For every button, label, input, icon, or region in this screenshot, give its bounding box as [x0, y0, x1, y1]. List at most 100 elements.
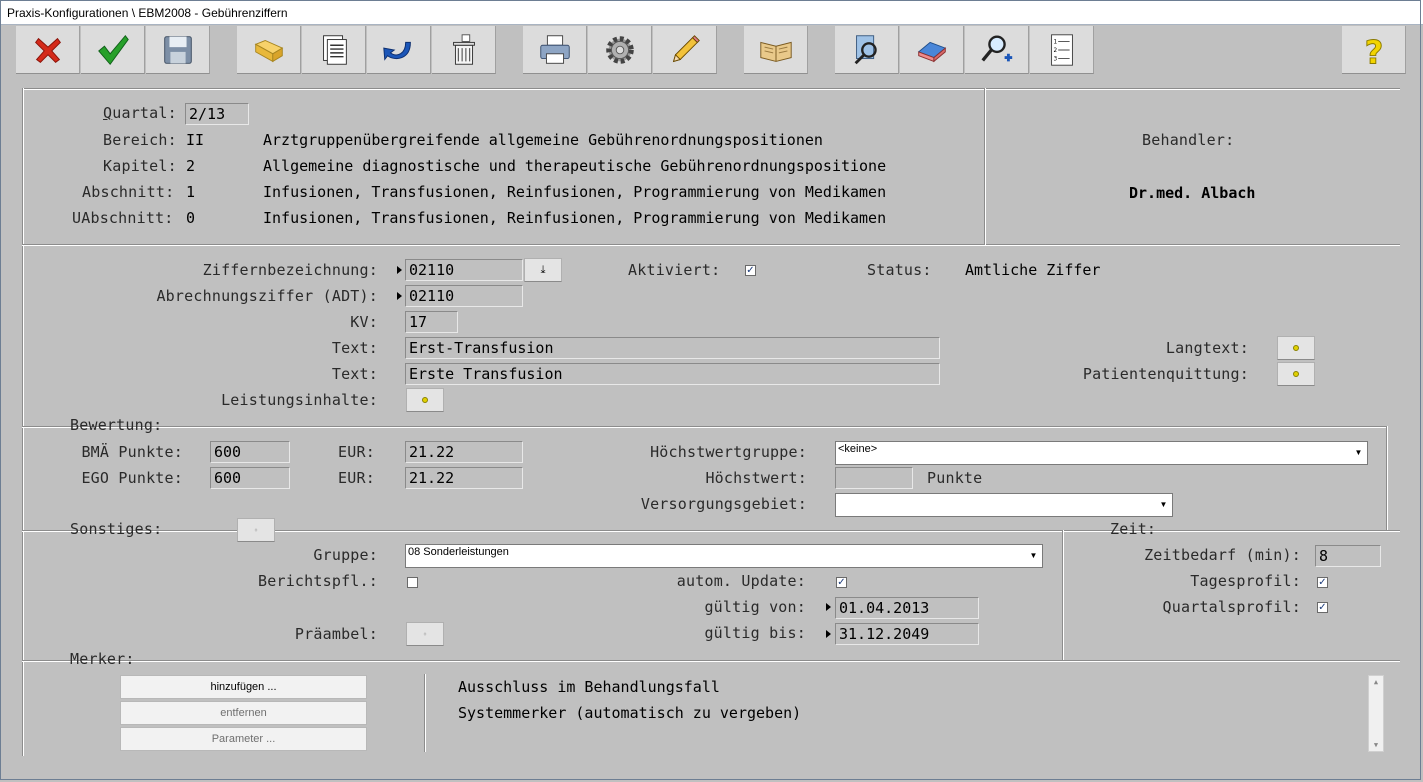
- quartal-label-text: uartal:: [112, 104, 177, 122]
- quartal-field[interactable]: 2/13: [185, 103, 249, 125]
- chevron-down-icon[interactable]: ▼: [1025, 545, 1042, 567]
- divider: [1062, 530, 1064, 660]
- merker-section-label: Merker:: [70, 650, 135, 668]
- chevron-down-icon[interactable]: ▼: [1155, 494, 1172, 516]
- abschnitt-code: 1: [186, 183, 196, 201]
- dot-icon: [1293, 371, 1299, 377]
- quartalsprofil-checkbox[interactable]: ✓: [1317, 602, 1328, 613]
- hoechstwertgruppe-select[interactable]: <keine> ▼: [835, 441, 1368, 465]
- hoechstwertgruppe-value: <keine>: [838, 443, 878, 455]
- ziffernbezeichnung-label: Ziffernbezeichnung:: [202, 261, 378, 279]
- save-button[interactable]: [146, 26, 210, 74]
- merker-list-item[interactable]: Ausschluss im Behandlungsfall: [458, 678, 720, 696]
- eur1-field[interactable]: 21.22: [405, 441, 523, 463]
- versorgungsgebiet-select[interactable]: ▼: [835, 493, 1173, 517]
- patientenquittung-label: Patientenquittung:: [1082, 365, 1249, 383]
- status-value: Amtliche Ziffer: [965, 261, 1101, 279]
- sonstiges-section-label: Sonstiges:: [70, 520, 163, 538]
- gueltig-von-label: gültig von:: [704, 598, 806, 616]
- delete-button[interactable]: [432, 26, 496, 74]
- svg-text:1: 1: [1053, 39, 1057, 45]
- list-button[interactable]: 1 2 3: [1030, 26, 1094, 74]
- zeitbedarf-field[interactable]: 8: [1315, 545, 1381, 567]
- merker-add-button[interactable]: hinzufügen ...: [120, 675, 367, 699]
- merker-remove-button[interactable]: entfernen: [120, 701, 367, 725]
- langtext-button[interactable]: [1277, 336, 1315, 360]
- behandler-label: Behandler:: [1142, 131, 1235, 149]
- ziffer-lookup-button[interactable]: ⤓: [524, 258, 562, 282]
- scroll-up-icon[interactable]: ▲: [1369, 676, 1383, 688]
- eur1-label: EUR:: [338, 443, 375, 461]
- hoechstwert-field[interactable]: [835, 467, 913, 489]
- adt-label: Abrechnungsziffer (ADT):: [156, 287, 378, 305]
- divider: [22, 88, 24, 756]
- help-button[interactable]: ?: [1342, 26, 1406, 74]
- dot-icon: [1293, 345, 1299, 351]
- numbered-list-icon: 1 2 3: [1050, 33, 1073, 66]
- cancel-button[interactable]: [16, 26, 80, 74]
- ego-label: EGO Punkte:: [81, 469, 183, 487]
- berichtspflicht-label: Berichtspfl.:: [258, 572, 378, 590]
- window-title: Praxis-Konfigurationen \ EBM2008 - Gebüh…: [7, 6, 288, 20]
- gueltig-von-field[interactable]: 01.04.2013: [835, 597, 979, 619]
- leistungsinhalte-button[interactable]: [406, 388, 444, 412]
- settings-button[interactable]: [588, 26, 652, 74]
- adt-field[interactable]: 02110: [405, 285, 523, 307]
- kv-field[interactable]: 17: [405, 311, 458, 333]
- chevron-down-icon[interactable]: ▼: [1350, 442, 1367, 464]
- text2-field[interactable]: Erste Transfusion: [405, 363, 940, 385]
- green-check-icon: [97, 34, 129, 65]
- sonstiges-button[interactable]: ◦: [237, 518, 275, 542]
- divider: [22, 530, 1400, 532]
- search-button[interactable]: [835, 26, 899, 74]
- gear-icon: [605, 35, 634, 64]
- gruppe-select[interactable]: 08 Sonderleistungen ▼: [405, 544, 1043, 568]
- merker-scrollbar[interactable]: ▲ ▼: [1368, 675, 1384, 752]
- abschnitt-text: Infusionen, Transfusionen, Reinfusionen,…: [263, 183, 887, 201]
- kapitel-code: 2: [186, 157, 196, 175]
- divider: [22, 244, 1400, 246]
- undo-arrow-icon: [382, 41, 411, 61]
- folder-button[interactable]: [237, 26, 301, 74]
- aktiviert-checkbox[interactable]: ✓: [745, 265, 756, 276]
- trash-icon: [452, 33, 475, 65]
- floppy-disk-icon: [163, 35, 192, 64]
- eur2-field[interactable]: 21.22: [405, 467, 523, 489]
- patientenquittung-button[interactable]: [1277, 362, 1315, 386]
- praeambel-button[interactable]: ◦: [406, 622, 444, 646]
- ziffernbezeichnung-field[interactable]: 02110: [405, 259, 523, 281]
- merker-list-item[interactable]: Systemmerker (automatisch zu vergeben): [458, 704, 801, 722]
- gueltig-bis-field[interactable]: 31.12.2049: [835, 623, 979, 645]
- required-marker: [826, 603, 831, 611]
- eraser-button[interactable]: [900, 26, 964, 74]
- tagesprofil-checkbox[interactable]: ✓: [1317, 577, 1328, 588]
- help-question-icon: ?: [1364, 32, 1384, 68]
- magnifier-plus-icon: [980, 35, 1012, 62]
- zoom-add-button[interactable]: [965, 26, 1029, 74]
- radio-icon: ◦: [422, 629, 428, 639]
- ego-field[interactable]: 600: [210, 467, 290, 489]
- copy-button[interactable]: [302, 26, 366, 74]
- berichtspflicht-checkbox[interactable]: [407, 577, 418, 588]
- zeit-section-label: Zeit:: [1110, 520, 1157, 538]
- eraser-icon: [917, 41, 946, 62]
- aktiviert-label: Aktiviert:: [628, 261, 721, 279]
- undo-button[interactable]: [367, 26, 431, 74]
- autom-update-checkbox[interactable]: ✓: [836, 577, 847, 588]
- ok-button[interactable]: [81, 26, 145, 74]
- uabschnitt-text: Infusionen, Transfusionen, Reinfusionen,…: [263, 209, 887, 227]
- text1-label: Text:: [331, 339, 378, 357]
- abschnitt-label: Abschnitt:: [82, 183, 175, 201]
- uabschnitt-code: 0: [186, 209, 196, 227]
- scroll-down-icon[interactable]: ▼: [1369, 739, 1383, 751]
- text1-field[interactable]: Erst-Transfusion: [405, 337, 940, 359]
- gruppe-value: 08 Sonderleistungen: [408, 546, 509, 558]
- required-marker: [397, 292, 402, 300]
- merker-parameter-button[interactable]: Parameter ...: [120, 727, 367, 751]
- book-button[interactable]: [744, 26, 808, 74]
- praeambel-label: Präambel:: [294, 625, 378, 643]
- print-button[interactable]: [523, 26, 587, 74]
- edit-button[interactable]: [653, 26, 717, 74]
- bereich-text: Arztgruppenübergreifende allgemeine Gebü…: [263, 131, 823, 149]
- bma-field[interactable]: 600: [210, 441, 290, 463]
